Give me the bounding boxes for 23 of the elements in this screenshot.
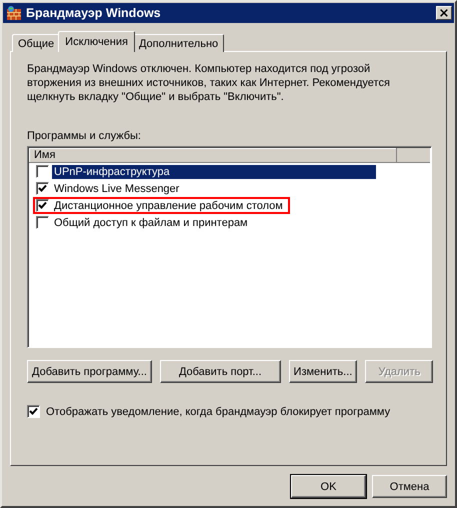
program-name[interactable]: Windows Live Messenger xyxy=(52,182,182,196)
action-button[interactable]: Добавить порт... xyxy=(160,360,281,383)
brick-wall-icon xyxy=(6,5,22,21)
column-header[interactable]: Имя xyxy=(29,148,397,163)
dialog-button[interactable]: Отмена xyxy=(372,475,447,498)
checkbox[interactable] xyxy=(36,199,49,212)
list-label: Программы и службы: xyxy=(27,130,142,142)
program-name[interactable]: Общий доступ к файлам и принтерам xyxy=(52,216,250,230)
program-name[interactable]: UPnP-инфраструктура xyxy=(52,164,376,178)
dialog-button[interactable]: OK xyxy=(291,475,366,498)
program-name[interactable]: Дистанционное управление рабочим столом xyxy=(52,198,285,212)
checkbox[interactable] xyxy=(27,405,40,418)
tab[interactable]: Общие xyxy=(12,34,60,52)
tab[interactable]: Дополнительно xyxy=(132,34,224,52)
close-button[interactable]: × xyxy=(436,6,452,20)
status-message: Брандмауэр Windows отключен. Компьютер находится под угрозой вторжения из внешних источников, таких как Интернет. Рекомендуется щелкнуть вкладку "Общие" и выбрать "Включить". xyxy=(27,62,391,104)
checkbox[interactable] xyxy=(36,165,49,178)
checkbox[interactable] xyxy=(36,182,49,195)
action-button[interactable]: Добавить программу... xyxy=(27,360,152,383)
checkbox-label: Отображать уведомление, когда брандмауэр блокирует программу xyxy=(46,406,390,418)
action-button[interactable]: Изменить... xyxy=(288,360,358,383)
tab[interactable]: Исключения xyxy=(58,31,135,52)
window-title: Брандмауэр Windows xyxy=(26,6,162,20)
